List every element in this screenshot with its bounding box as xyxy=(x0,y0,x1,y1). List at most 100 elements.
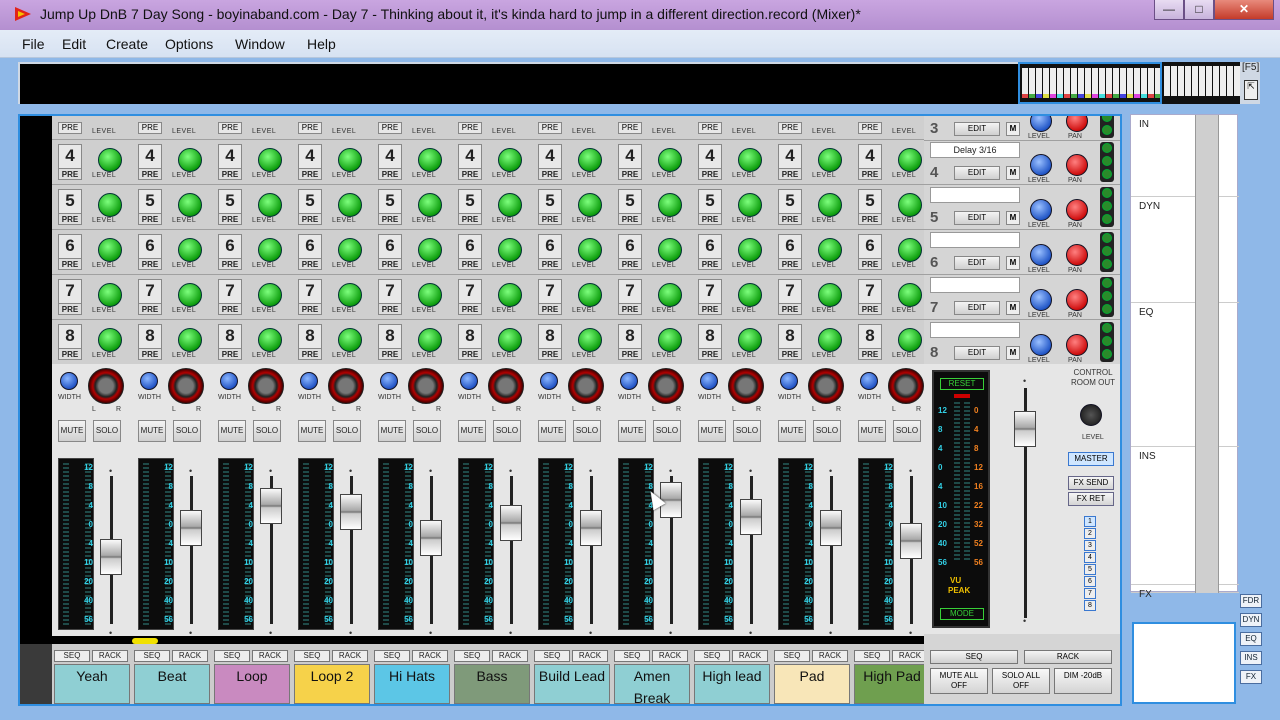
fx-ret-button[interactable]: FX RET xyxy=(1068,492,1114,506)
pan-knob[interactable] xyxy=(648,368,684,404)
overview-nav-fx[interactable]: FX xyxy=(1240,670,1262,684)
send-number[interactable]: 5 PRE xyxy=(378,189,402,225)
send-number[interactable]: 6 PRE xyxy=(58,234,82,270)
fx-send-button[interactable]: FX SEND xyxy=(1068,476,1114,490)
channel-fader[interactable] xyxy=(900,523,922,560)
title-bar[interactable]: Jump Up DnB 7 Day Song - boyinaband.com … xyxy=(0,0,1280,30)
pan-knob[interactable] xyxy=(328,368,364,404)
pan-knob[interactable] xyxy=(888,368,924,404)
send-level-knob[interactable] xyxy=(738,283,762,307)
mute-button[interactable]: MUTE xyxy=(458,420,486,442)
fx-edit-button[interactable]: EDIT xyxy=(954,346,1000,360)
send-level-knob[interactable] xyxy=(258,283,282,307)
seq-button[interactable]: SEQ xyxy=(54,650,90,662)
send-level-knob[interactable] xyxy=(658,238,682,262)
send-level-knob[interactable] xyxy=(898,238,922,262)
solo-button[interactable]: SOLO xyxy=(813,420,841,442)
fx-level-knob[interactable] xyxy=(1030,116,1052,132)
fx-mute-button[interactable]: M xyxy=(1006,122,1020,136)
send-number[interactable]: 8 PRE xyxy=(778,324,802,360)
send-number[interactable]: 8 PRE xyxy=(858,324,882,360)
send-level-knob[interactable] xyxy=(178,148,202,172)
rack-button[interactable]: RACK xyxy=(412,650,448,662)
send-level-knob[interactable] xyxy=(498,148,522,172)
send-number[interactable]: 5 PRE xyxy=(458,189,482,225)
send-level-knob[interactable] xyxy=(98,148,122,172)
mute-button[interactable]: MUTE xyxy=(378,420,406,442)
solo-button[interactable]: SOLO xyxy=(573,420,601,442)
overview-section-eq[interactable]: EQ xyxy=(1131,303,1239,447)
rack-button[interactable]: RACK xyxy=(732,650,768,662)
send-number[interactable]: 6 PRE xyxy=(138,234,162,270)
channel-name[interactable]: Amen Break xyxy=(614,664,690,704)
seq-button[interactable]: SEQ xyxy=(454,650,490,662)
width-knob[interactable] xyxy=(300,372,318,390)
menu-options[interactable]: Options xyxy=(165,36,213,52)
rack-button[interactable]: RACK xyxy=(812,650,848,662)
send-level-knob[interactable] xyxy=(738,328,762,352)
send-level-knob[interactable] xyxy=(178,283,202,307)
mute-button[interactable]: MUTE xyxy=(858,420,886,442)
fx-level-knob[interactable] xyxy=(1030,289,1052,311)
seq-button[interactable]: SEQ xyxy=(694,650,730,662)
mute-button[interactable]: MUTE xyxy=(778,420,806,442)
send-number[interactable]: 8 PRE xyxy=(298,324,322,360)
fx-pan-knob[interactable] xyxy=(1066,199,1088,221)
width-knob[interactable] xyxy=(620,372,638,390)
pan-knob[interactable] xyxy=(408,368,444,404)
send-number[interactable]: 6 PRE xyxy=(218,234,242,270)
send-level-knob[interactable] xyxy=(818,238,842,262)
solo-button[interactable]: SOLO xyxy=(253,420,281,442)
send-level-knob[interactable] xyxy=(338,283,362,307)
mute-button[interactable]: MUTE xyxy=(218,420,246,442)
channel-name[interactable]: Loop 2 xyxy=(294,664,370,704)
fx-mute-button[interactable]: M xyxy=(1006,346,1020,360)
channel-name[interactable]: Hi Hats xyxy=(374,664,450,704)
send-level-knob[interactable] xyxy=(178,193,202,217)
send-number[interactable]: 4 PRE xyxy=(778,144,802,180)
channel-name[interactable]: Bass xyxy=(454,664,530,704)
close-button[interactable]: ✕ xyxy=(1214,0,1274,20)
channel-fader[interactable] xyxy=(100,539,122,576)
rack-button[interactable]: RACK xyxy=(572,650,608,662)
send-pre-button[interactable]: PRE xyxy=(298,122,322,134)
rack-button[interactable]: RACK xyxy=(332,650,368,662)
send-level-knob[interactable] xyxy=(738,193,762,217)
send-level-knob[interactable] xyxy=(98,283,122,307)
send-pre-button[interactable]: PRE xyxy=(698,122,722,134)
send-pre-button[interactable]: PRE xyxy=(538,122,562,134)
channel-fader[interactable] xyxy=(260,487,282,524)
control-room-knob[interactable] xyxy=(1080,404,1102,426)
send-level-knob[interactable] xyxy=(338,148,362,172)
send-level-knob[interactable] xyxy=(258,193,282,217)
width-knob[interactable] xyxy=(460,372,478,390)
fx-device-name[interactable] xyxy=(930,322,1020,338)
send-level-knob[interactable] xyxy=(818,148,842,172)
seq-button[interactable]: SEQ xyxy=(774,650,810,662)
send-level-knob[interactable] xyxy=(498,283,522,307)
fx-level-knob[interactable] xyxy=(1030,334,1052,356)
send-pre-button[interactable]: PRE xyxy=(858,122,882,134)
mute-button[interactable]: MUTE xyxy=(618,420,646,442)
cr-source-button[interactable]: 2 xyxy=(1084,528,1096,539)
fx-device-name[interactable]: Delay 3/16 xyxy=(930,142,1020,158)
send-level-knob[interactable] xyxy=(258,148,282,172)
width-knob[interactable] xyxy=(700,372,718,390)
send-number[interactable]: 4 PRE xyxy=(618,144,642,180)
send-number[interactable]: 6 PRE xyxy=(298,234,322,270)
send-number[interactable]: 6 PRE xyxy=(698,234,722,270)
mute-button[interactable]: MUTE xyxy=(138,420,166,442)
send-number[interactable]: 4 PRE xyxy=(138,144,162,180)
fx-pan-knob[interactable] xyxy=(1066,154,1088,176)
send-number[interactable]: 4 PRE xyxy=(458,144,482,180)
send-level-knob[interactable] xyxy=(738,238,762,262)
pan-knob[interactable] xyxy=(808,368,844,404)
send-level-knob[interactable] xyxy=(418,328,442,352)
width-knob[interactable] xyxy=(780,372,798,390)
width-knob[interactable] xyxy=(860,372,878,390)
send-number[interactable]: 4 PRE xyxy=(58,144,82,180)
mode-button[interactable]: MODE xyxy=(940,608,984,620)
solo-button[interactable]: SOLO xyxy=(413,420,441,442)
master-fader[interactable] xyxy=(1014,411,1036,448)
mute-button[interactable]: MUTE xyxy=(58,420,86,442)
